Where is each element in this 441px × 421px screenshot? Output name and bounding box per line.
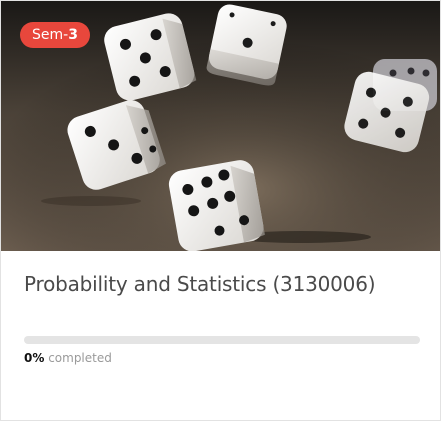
course-title[interactable]: Probability and Statistics (3130006) — [24, 272, 424, 296]
progress-percent: 0% — [24, 351, 45, 365]
semester-badge-prefix: Sem- — [32, 27, 69, 43]
progress-suffix: completed — [44, 351, 112, 365]
course-card[interactable]: Sem-3 Probability and Statistics (313000… — [0, 0, 441, 421]
semester-badge: Sem-3 — [20, 22, 90, 48]
semester-badge-number: 3 — [68, 27, 78, 43]
course-card-body: Probability and Statistics (3130006) 0% … — [1, 251, 440, 420]
progress-label: 0% completed — [24, 351, 112, 365]
progress-bar — [24, 336, 420, 344]
